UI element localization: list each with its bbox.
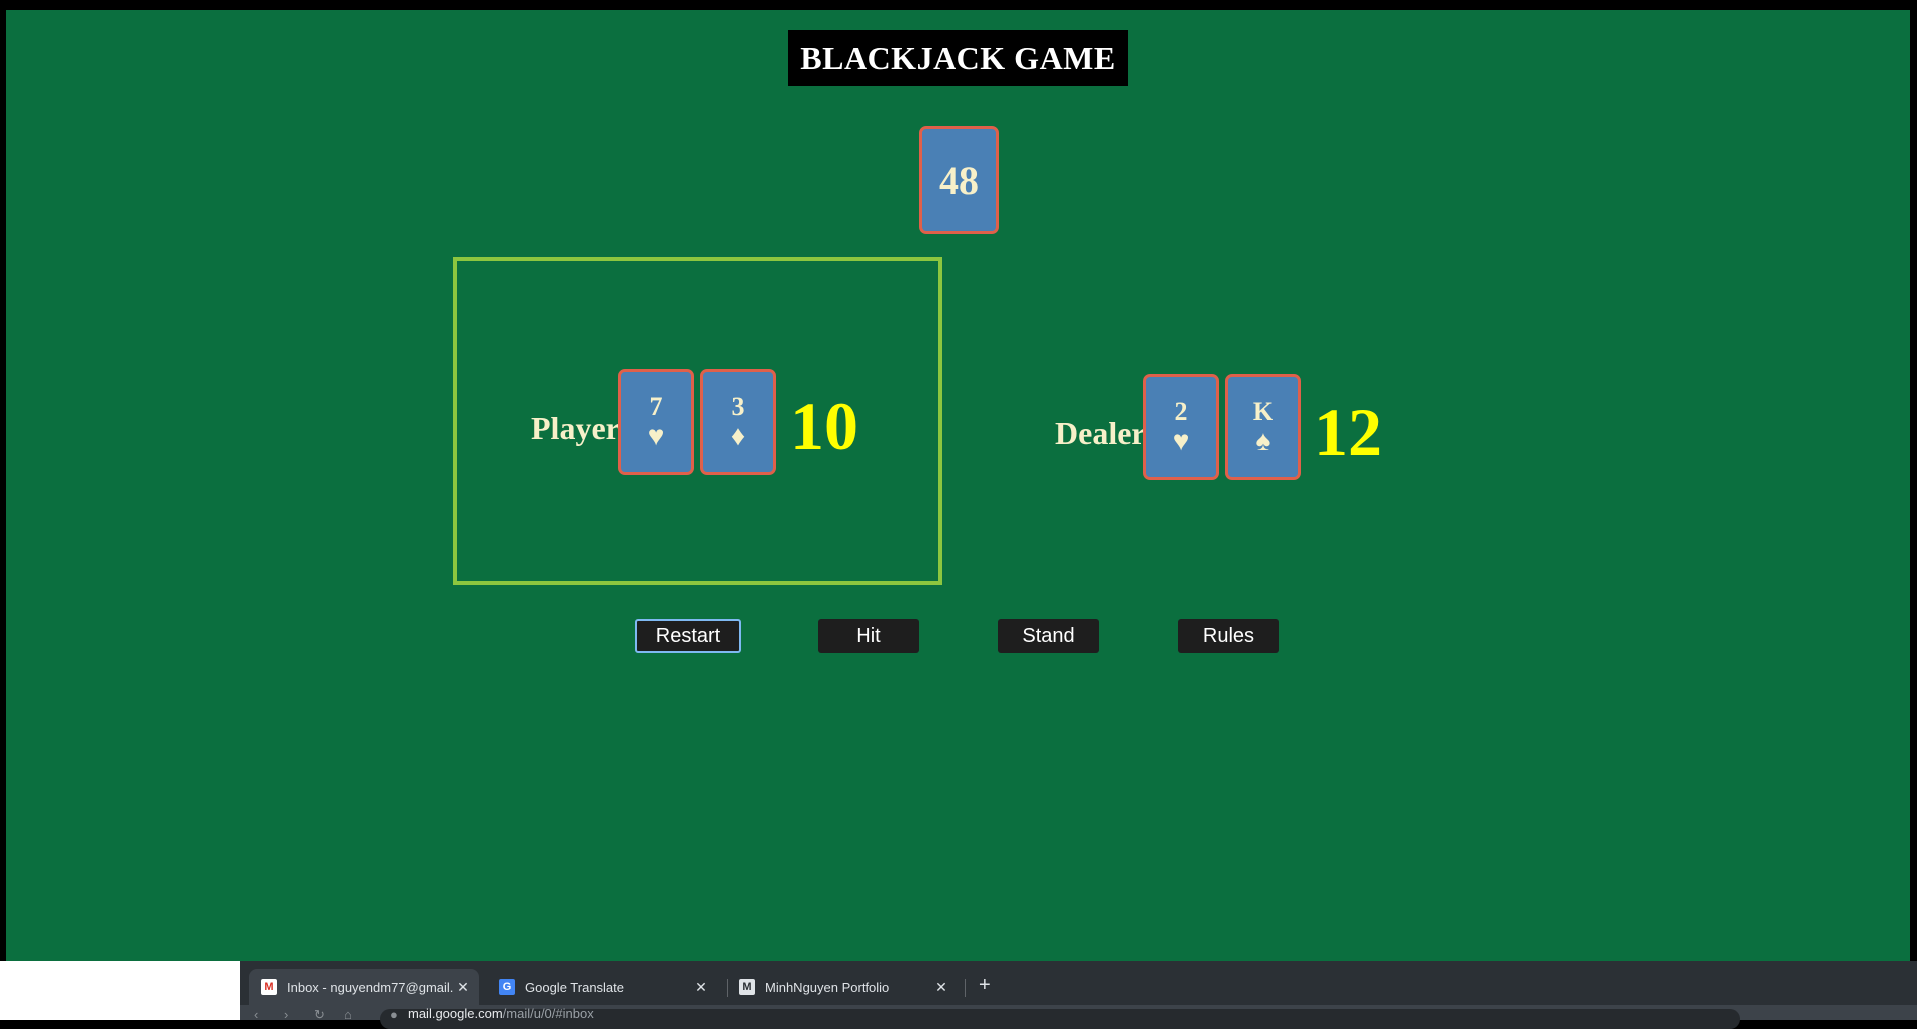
desktop-strip — [0, 961, 240, 1020]
browser-tab[interactable]: M MinhNguyen Portfolio ✕ — [727, 969, 957, 1005]
spade-icon: ♠ — [1255, 426, 1271, 457]
player-card: 3 ♦ — [700, 369, 776, 475]
portfolio-icon: M — [739, 979, 755, 995]
tab-divider — [965, 979, 966, 997]
player-area — [453, 257, 942, 585]
heart-icon: ♥ — [647, 421, 665, 452]
player-label: Player — [531, 410, 620, 446]
browser-tab[interactable]: M Inbox - nguyendm77@gmail.com ✕ — [249, 969, 479, 1005]
tab-title: Google Translate — [525, 979, 625, 995]
reload-icon[interactable]: ↻ — [314, 1007, 325, 1023]
gmail-icon: M — [261, 979, 277, 995]
tab-title: MinhNguyen Portfolio — [765, 979, 890, 995]
url-host: mail.google.com — [408, 1006, 503, 1021]
dealer-card: 2 ♥ — [1143, 374, 1219, 480]
dealer-label: Dealer — [1055, 415, 1146, 451]
card-rank: 7 — [649, 392, 663, 421]
card-rank: 2 — [1174, 397, 1188, 426]
restart-button[interactable]: Restart — [635, 619, 741, 653]
dealer-score: 12 — [1314, 394, 1382, 470]
browser-tab[interactable]: G Google Translate ✕ — [487, 969, 717, 1005]
stand-button[interactable]: Stand — [998, 619, 1099, 653]
tab-title: Inbox - nguyendm77@gmail.com — [287, 979, 453, 995]
card-rank: K — [1252, 397, 1274, 426]
hit-button[interactable]: Hit — [818, 619, 919, 653]
player-score: 10 — [790, 388, 858, 464]
game-table: BLACKJACK GAME 48 Player 7 ♥ 3 ♦ 10 Deal… — [6, 10, 1910, 961]
game-title: BLACKJACK GAME — [788, 30, 1128, 86]
deck-card: 48 — [919, 126, 999, 234]
close-icon[interactable]: ✕ — [453, 979, 473, 996]
url-path: /mail/u/0/#inbox — [502, 1006, 594, 1021]
browser-tab-bar: M Inbox - nguyendm77@gmail.com ✕ G Googl… — [240, 961, 1917, 1029]
diamond-icon: ♦ — [730, 421, 746, 452]
deck-count: 48 — [939, 157, 979, 203]
address-bar-row: ‹ › ↻ ⌂ ● mail.google.com/mail/u/0/#inbo… — [240, 1005, 1917, 1029]
close-icon[interactable]: ✕ — [931, 979, 951, 996]
rules-button[interactable]: Rules — [1178, 619, 1279, 653]
translate-icon: G — [499, 979, 515, 995]
card-rank: 3 — [731, 392, 745, 421]
dealer-card: K ♠ — [1225, 374, 1301, 480]
heart-icon: ♥ — [1172, 426, 1190, 457]
close-icon[interactable]: ✕ — [691, 979, 711, 996]
url-text[interactable]: mail.google.com/mail/u/0/#inbox — [408, 1006, 594, 1021]
player-card: 7 ♥ — [618, 369, 694, 475]
new-tab-button[interactable]: + — [979, 974, 991, 997]
